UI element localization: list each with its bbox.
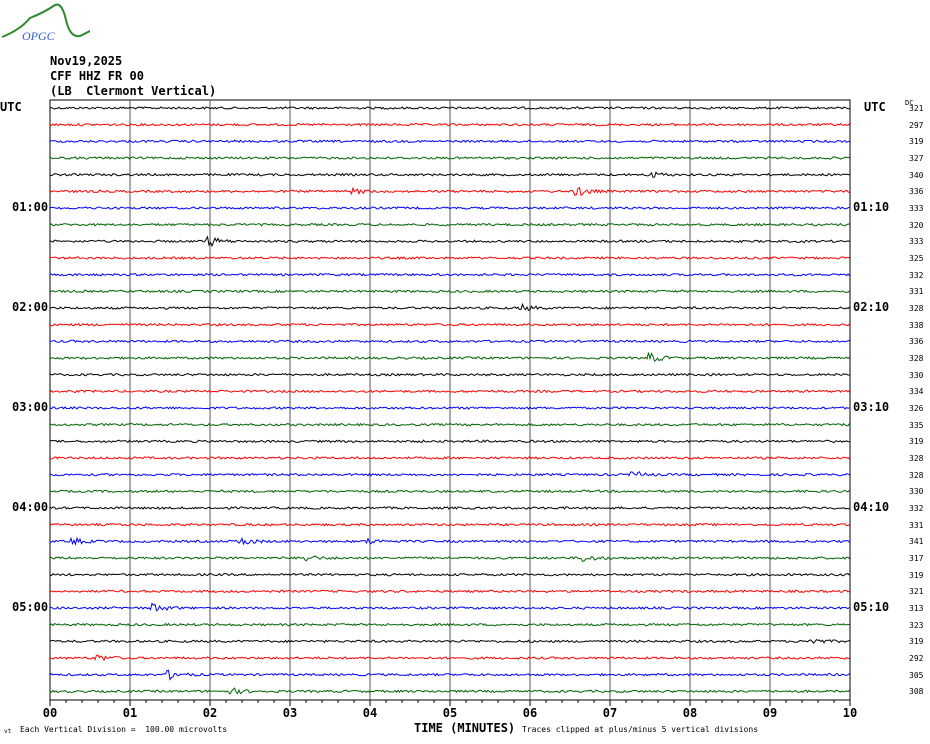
dc-offset-value: 320 bbox=[909, 220, 924, 230]
dc-offset-value: 305 bbox=[909, 670, 924, 680]
dc-offset-value: 328 bbox=[909, 470, 924, 480]
dc-offset-value: 332 bbox=[909, 270, 924, 280]
x-axis-label: TIME (MINUTES) bbox=[414, 721, 516, 735]
x-tick-label: 00 bbox=[43, 706, 57, 720]
dc-offset-value: 317 bbox=[909, 554, 924, 563]
clip-note: Traces clipped at plus/minus 5 vertical … bbox=[522, 725, 759, 734]
right-time-label: 03:10 bbox=[853, 400, 890, 414]
dc-offset-value: 292 bbox=[909, 654, 924, 663]
dc-offset-value: 333 bbox=[909, 237, 924, 247]
dc-offset-value: 319 bbox=[909, 570, 924, 580]
dc-offset-value: 327 bbox=[909, 154, 924, 163]
dc-offset-value: 313 bbox=[909, 604, 924, 613]
right-time-label: 04:10 bbox=[853, 500, 890, 514]
corner-mark: vt bbox=[4, 728, 12, 735]
dc-offset-value: 319 bbox=[909, 137, 924, 147]
dc-offset-value: 328 bbox=[909, 354, 924, 363]
x-tick-label: 05 bbox=[443, 706, 457, 720]
dc-offset-value: 338 bbox=[909, 320, 924, 330]
x-tick-label: 09 bbox=[763, 706, 777, 720]
x-tick-label: 02 bbox=[203, 706, 217, 720]
x-tick-label: 01 bbox=[123, 706, 137, 720]
right-time-label: 02:10 bbox=[853, 300, 890, 314]
dc-offset-value: 330 bbox=[909, 370, 924, 380]
left-time-label: 03:00 bbox=[12, 400, 49, 414]
dc-offset-value: 325 bbox=[909, 254, 924, 263]
dc-offset-value: 297 bbox=[909, 120, 924, 130]
dc-offset-value: 336 bbox=[909, 337, 924, 347]
dc-offset-value: 321 bbox=[909, 104, 924, 113]
dc-offset-value: 331 bbox=[909, 287, 924, 297]
scale-note: Each Vertical Division = 100.00 microvol… bbox=[20, 725, 228, 734]
dc-offset-value: 340 bbox=[909, 170, 924, 180]
dc-offset-value: 333 bbox=[909, 204, 924, 213]
dc-offset-value: 326 bbox=[909, 404, 924, 413]
dc-offset-value: 334 bbox=[909, 387, 924, 397]
dc-offset-value: 341 bbox=[909, 537, 924, 547]
left-time-label: 05:00 bbox=[12, 600, 49, 614]
dc-offset-value: 323 bbox=[909, 620, 924, 630]
dc-offset-value: 328 bbox=[909, 304, 924, 313]
left-time-label: 04:00 bbox=[12, 500, 49, 514]
right-time-label: 05:10 bbox=[853, 600, 890, 614]
dc-offset-value: 332 bbox=[909, 504, 924, 513]
right-time-label: 01:10 bbox=[853, 200, 890, 214]
dc-offset-value: 330 bbox=[909, 487, 924, 497]
dc-offset-value: 331 bbox=[909, 520, 924, 530]
x-tick-label: 03 bbox=[283, 706, 297, 720]
x-tick-label: 08 bbox=[683, 706, 697, 720]
x-tick-label: 04 bbox=[363, 706, 377, 720]
dc-offset-value: 308 bbox=[909, 687, 924, 697]
dc-offset-value: 336 bbox=[909, 187, 924, 197]
seismogram-svg: 00 01 02 03 04 05 06 07 08 09 10 bbox=[43, 99, 857, 720]
dc-offset-value: 319 bbox=[909, 437, 924, 447]
left-time-label: 02:00 bbox=[12, 300, 49, 314]
x-tick-label: 10 bbox=[843, 706, 857, 720]
dc-offset-value: 321 bbox=[909, 587, 924, 597]
dc-offset-value: 328 bbox=[909, 454, 924, 463]
helicorder-plot: OPGC Nov19,2025 CFF HHZ FR 00 (LB Clermo… bbox=[0, 0, 930, 744]
dc-offset-value: 319 bbox=[909, 637, 924, 647]
x-tick-label: 06 bbox=[523, 706, 537, 720]
x-tick-label: 07 bbox=[603, 706, 617, 720]
left-time-label: 01:00 bbox=[12, 200, 49, 214]
dc-offset-value: 335 bbox=[909, 420, 924, 430]
